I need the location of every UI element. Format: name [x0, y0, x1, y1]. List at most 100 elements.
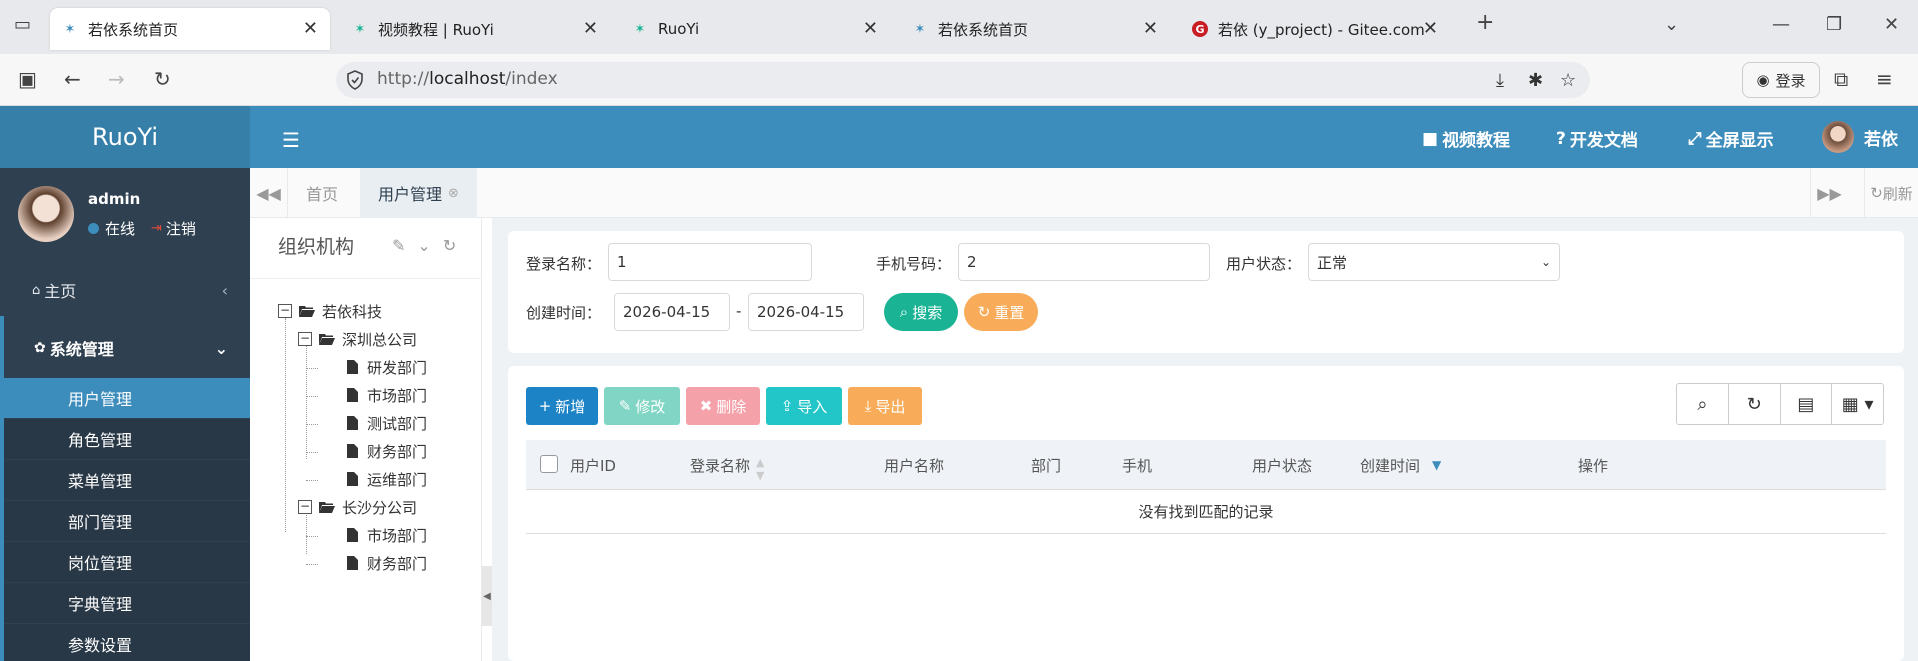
browser-tab-2[interactable]: ✶ 视频教程 | RuoYi ✕	[340, 8, 610, 50]
sort-desc-icon[interactable]: ▼	[1432, 458, 1441, 472]
logout-link[interactable]: ⇥ 注销	[151, 218, 196, 239]
sort-icon[interactable]: ▲ ▼	[756, 456, 764, 482]
app-logo[interactable]: RuoYi	[0, 106, 250, 168]
menu-icon[interactable]: ≡	[1876, 67, 1893, 91]
bug-icon[interactable]: ✱	[1528, 70, 1543, 91]
download-icon[interactable]: ⤓	[1496, 70, 1504, 91]
column-header-created[interactable]: 创建时间	[1360, 455, 1420, 476]
reset-button[interactable]: ↻ 重置	[964, 293, 1038, 331]
forward-icon[interactable]: →	[108, 67, 125, 91]
close-tab-icon[interactable]: ✕	[1423, 18, 1438, 39]
sidebar-item-system[interactable]: ✿ 系统管理 ⌄	[0, 316, 250, 661]
tree-node-leaf[interactable]: 研发部门	[346, 356, 427, 378]
add-button[interactable]: + 新增	[526, 387, 598, 425]
login-name-input[interactable]: 1	[608, 243, 812, 281]
column-header-phone[interactable]: 手机	[1122, 455, 1152, 476]
tree-node-leaf[interactable]: 财务部门	[346, 552, 427, 574]
tree-node-leaf[interactable]: 测试部门	[346, 412, 427, 434]
refresh-icon[interactable]: ↻	[443, 236, 456, 255]
select-all-checkbox[interactable]	[540, 455, 558, 473]
tree-node-branch[interactable]: − 深圳总公司	[298, 328, 417, 350]
tree-node-root[interactable]: − 若依科技	[278, 300, 382, 322]
delete-button[interactable]: ✖ 删除	[686, 387, 760, 425]
tree-node-branch[interactable]: − 长沙分公司	[298, 496, 417, 518]
file-icon	[347, 388, 358, 402]
sidebar-toggle-icon[interactable]: ▣	[18, 67, 37, 91]
sidebar-item-dict[interactable]: 字典管理	[4, 583, 250, 623]
search-icon[interactable]: ⌕	[1677, 384, 1729, 424]
close-tab-icon[interactable]: ✕	[863, 18, 878, 39]
refresh-icon[interactable]: ↻	[1729, 384, 1781, 424]
export-button[interactable]: ⤓ 导出	[848, 387, 922, 425]
close-circle-icon[interactable]: ⊗	[448, 186, 459, 201]
sidebar-item-depts[interactable]: 部门管理	[4, 501, 250, 541]
reload-icon[interactable]: ↻	[154, 67, 171, 91]
column-header-login-name[interactable]: 登录名称	[690, 455, 750, 476]
sidebar-item-home[interactable]: ⌂ 主页 ‹	[0, 270, 250, 310]
extensions-icon[interactable]: ⧉	[1834, 67, 1848, 91]
hamburger-icon[interactable]: ☰	[282, 128, 300, 152]
tree-node-leaf[interactable]: 财务部门	[346, 440, 427, 462]
tab-home[interactable]: 首页	[288, 168, 356, 218]
end-date-input[interactable]: 2026-04-15	[748, 293, 864, 331]
tab-list-chevron-icon[interactable]: ⌄	[1664, 14, 1679, 35]
refresh-tab-button[interactable]: ↻ 刷新	[1864, 168, 1918, 218]
tab-manager-icon[interactable]: ▭	[14, 14, 31, 35]
edit-icon[interactable]: ✎	[392, 236, 405, 255]
docs-link[interactable]: ? 开发文档	[1556, 126, 1638, 152]
tree-node-leaf[interactable]: 市场部门	[346, 524, 427, 546]
tabs-scroll-left-icon[interactable]: ◀◀	[250, 168, 288, 218]
fullscreen-link[interactable]: ⤢ 全屏显示	[1688, 126, 1774, 152]
sidebar-item-posts[interactable]: 岗位管理	[4, 542, 250, 582]
tree-node-leaf[interactable]: 运维部门	[346, 468, 427, 490]
search-button[interactable]: ⌕ 搜索	[884, 293, 958, 331]
import-button[interactable]: ⇪ 导入	[766, 387, 842, 425]
star-icon[interactable]: ☆	[1560, 70, 1576, 91]
video-tutorial-link[interactable]: ■ 视频教程	[1422, 126, 1510, 152]
browser-login-button[interactable]: ◉ 登录	[1742, 62, 1820, 98]
window-close-icon[interactable]: ✕	[1884, 14, 1899, 35]
browser-tab-title: RuoYi	[658, 20, 700, 38]
address-bar[interactable]: http://localhost/index ⤓ ✱ ☆	[336, 62, 1590, 98]
browser-tab-1[interactable]: ✶ 若依系统首页 ✕	[50, 8, 330, 50]
close-tab-icon[interactable]: ✕	[303, 18, 318, 39]
close-tab-icon[interactable]: ✕	[1143, 18, 1158, 39]
column-header-status[interactable]: 用户状态	[1252, 455, 1312, 476]
svg-text:G: G	[1195, 23, 1204, 36]
start-date-input[interactable]: 2026-04-15	[614, 293, 730, 331]
collapse-tree-handle[interactable]: ◀	[482, 566, 492, 626]
avatar	[18, 186, 74, 242]
sidebar-item-config[interactable]: 参数设置	[4, 624, 250, 661]
tree-connector	[306, 564, 318, 565]
tab-user-management[interactable]: 用户管理 ⊗	[360, 168, 477, 218]
browser-tab-3[interactable]: ✶ RuoYi ✕	[620, 8, 890, 50]
column-header-user-name[interactable]: 用户名称	[884, 455, 944, 476]
phone-input[interactable]: 2	[958, 243, 1210, 281]
column-header-user-id[interactable]: 用户ID	[570, 455, 616, 476]
sidebar-item-roles[interactable]: 角色管理	[4, 419, 250, 459]
browser-toolbar: ▣ ← → ↻ http://localhost/index ⤓ ✱ ☆ ◉ 登…	[0, 54, 1918, 106]
collapse-toggle-icon[interactable]: −	[278, 304, 292, 318]
column-header-dept[interactable]: 部门	[1031, 455, 1061, 476]
browser-tab-5[interactable]: G 若依 (y_project) - Gitee.com ✕	[1180, 8, 1450, 50]
url-text: http://localhost/index	[377, 69, 558, 89]
collapse-toggle-icon[interactable]: −	[298, 500, 312, 514]
collapse-toggle-icon[interactable]: −	[298, 332, 312, 346]
sidebar-item-users[interactable]: 用户管理	[4, 378, 250, 418]
edit-button[interactable]: ✎ 修改	[604, 387, 680, 425]
close-tab-icon[interactable]: ✕	[583, 18, 598, 39]
back-icon[interactable]: ←	[64, 67, 81, 91]
user-menu[interactable]: 若依	[1822, 121, 1898, 153]
restore-icon[interactable]: ❐	[1826, 14, 1842, 35]
status-select[interactable]: 正常 ⌄	[1308, 243, 1560, 281]
toggle-view-icon[interactable]: ▤	[1781, 384, 1833, 424]
sidebar-item-menus[interactable]: 菜单管理	[4, 460, 250, 500]
browser-tab-4[interactable]: ✶ 若依系统首页 ✕	[900, 8, 1170, 50]
columns-icon[interactable]: ▦ ▾	[1832, 384, 1883, 424]
tree-node-leaf[interactable]: 市场部门	[346, 384, 427, 406]
minimize-icon[interactable]: —	[1772, 14, 1790, 35]
tabs-scroll-right-icon[interactable]: ▶▶	[1810, 168, 1848, 218]
new-tab-icon[interactable]: +	[1476, 10, 1494, 35]
remove-icon: ✖	[699, 397, 713, 415]
chevron-down-icon[interactable]: ⌄	[417, 236, 430, 255]
